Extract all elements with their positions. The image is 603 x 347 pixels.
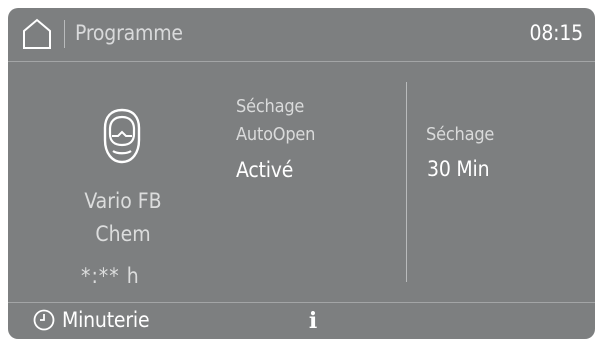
respirator-mask-icon[interactable] — [100, 107, 144, 165]
timer-label: Minuterie — [62, 308, 150, 332]
clock-time: 08:15 — [529, 21, 584, 45]
drying-label: Séchage — [426, 124, 495, 145]
autoopen-label-line2: AutoOpen — [236, 124, 316, 145]
timer-button[interactable]: Minuterie — [8, 303, 208, 339]
column-divider — [406, 82, 407, 282]
drying-value[interactable]: 30 Min — [427, 156, 490, 182]
page-title: Programme — [75, 21, 183, 45]
autoopen-value[interactable]: Activé — [236, 157, 293, 183]
home-button[interactable] — [22, 18, 52, 50]
program-name-line2: Chem — [95, 222, 151, 246]
info-icon: i — [308, 308, 318, 334]
header-bar: Programme 08:15 — [8, 8, 595, 58]
display-screen: Programme 08:15 Vario FB Chem *:** h Séc… — [8, 8, 595, 339]
header-divider — [64, 20, 65, 48]
program-name-line1: Vario FB — [84, 189, 162, 213]
footer-bar: Minuterie i — [8, 303, 595, 339]
autoopen-label-line1: Séchage — [236, 96, 305, 117]
header-separator — [8, 61, 595, 62]
info-button[interactable]: i — [298, 305, 328, 337]
program-duration: *:** h — [81, 264, 140, 288]
home-icon — [23, 18, 51, 49]
clock-icon — [33, 309, 55, 331]
